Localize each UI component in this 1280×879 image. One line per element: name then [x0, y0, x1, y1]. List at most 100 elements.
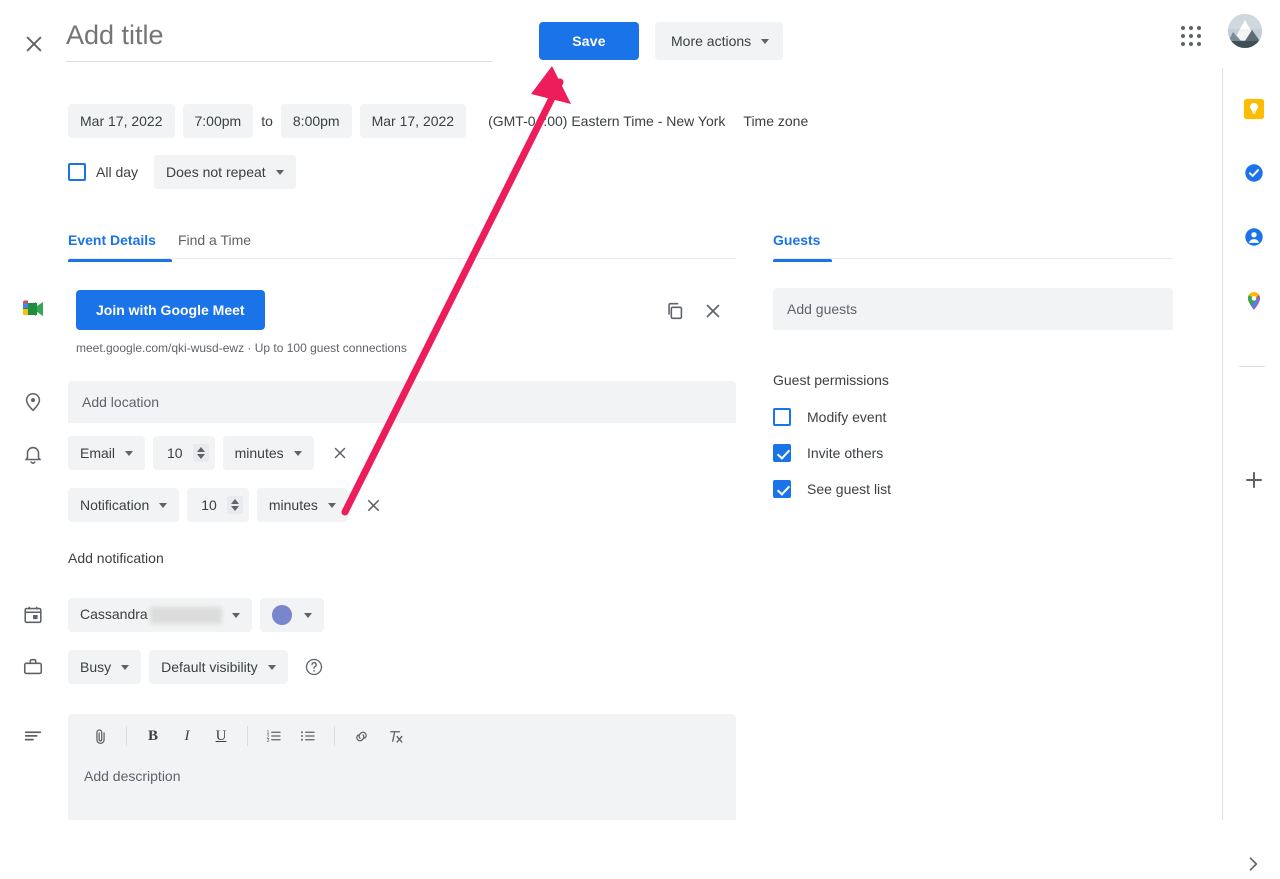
stepper-arrows-icon[interactable] [226, 496, 243, 514]
tab-guests[interactable]: Guests [773, 232, 820, 261]
toolbar-divider [334, 726, 335, 746]
notification-method-label: Notification [80, 497, 150, 513]
chevron-down-icon [303, 612, 312, 618]
modify-event-checkbox[interactable] [773, 408, 791, 426]
invite-others-checkbox[interactable] [773, 444, 791, 462]
calendar-owner-label: Cassandra [80, 606, 222, 624]
copy-icon[interactable] [664, 300, 686, 322]
chevron-down-icon [761, 38, 770, 44]
chevron-down-icon [159, 502, 168, 508]
chevron-down-icon [267, 664, 276, 670]
toolbar-divider [126, 726, 127, 746]
add-guests-placeholder: Add guests [787, 301, 858, 317]
calendar-owner-dropdown[interactable]: Cassandra [68, 598, 252, 632]
color-swatch [271, 605, 292, 625]
description-placeholder: Add description [84, 768, 181, 784]
clear-formatting-icon[interactable] [379, 720, 411, 752]
location-pin-icon [20, 389, 46, 415]
start-date-chip[interactable]: Mar 17, 2022 [68, 104, 175, 138]
notification-row-1: Email 10 minutes [68, 436, 352, 470]
remove-notification-icon[interactable] [328, 441, 352, 465]
apps-grid-icon[interactable] [1177, 22, 1205, 50]
add-app-plus-icon[interactable] [1242, 468, 1266, 492]
end-time-chip[interactable]: 8:00pm [280, 104, 352, 138]
event-color-dropdown[interactable] [259, 598, 324, 632]
attach-icon[interactable] [84, 720, 116, 752]
visibility-dropdown[interactable]: Default visibility [149, 650, 288, 684]
save-button[interactable]: Save [539, 22, 639, 60]
underline-icon[interactable]: U [205, 720, 237, 752]
bold-icon[interactable]: B [137, 720, 169, 752]
event-tabs: Event Details Find a Time [68, 232, 736, 262]
notification-amount-stepper[interactable]: 10 [187, 488, 249, 522]
remove-notification-icon[interactable] [362, 493, 386, 517]
busy-label: Busy [80, 659, 112, 675]
event-title-input[interactable] [66, 18, 492, 62]
svg-text:3: 3 [267, 738, 270, 744]
google-keep-icon[interactable] [1243, 98, 1265, 120]
see-guest-list-checkbox[interactable] [773, 480, 791, 498]
chevron-down-icon [121, 664, 130, 670]
redacted-name [149, 606, 222, 624]
briefcase-icon [20, 654, 46, 680]
avatar[interactable] [1228, 14, 1262, 48]
permission-label: See guest list [807, 481, 892, 497]
notification-row-2: Notification 10 minutes [68, 488, 386, 522]
chevron-down-icon [231, 612, 240, 618]
busy-dropdown[interactable]: Busy [68, 650, 142, 684]
notification-amount-value: 10 [201, 497, 217, 513]
notification-unit-label: minutes [234, 445, 284, 461]
link-icon[interactable] [345, 720, 377, 752]
permission-invite-others[interactable]: Invite others [773, 444, 883, 462]
to-label: to [261, 113, 273, 129]
notification-unit-dropdown[interactable]: minutes [256, 488, 348, 522]
notification-method-dropdown[interactable]: Email [68, 436, 146, 470]
notification-unit-label: minutes [268, 497, 318, 513]
location-input[interactable]: Add location [68, 381, 736, 423]
google-contacts-icon[interactable] [1243, 226, 1265, 248]
end-date-chip[interactable]: Mar 17, 2022 [359, 104, 467, 138]
description-editor[interactable]: B I U 1 2 3 Add description [68, 714, 736, 820]
permission-modify-event[interactable]: Modify event [773, 408, 886, 426]
chevron-down-icon [275, 169, 284, 175]
google-apps-side-rail [1222, 68, 1280, 871]
bulleted-list-icon[interactable] [292, 720, 324, 752]
description-lines-icon [20, 722, 46, 748]
google-tasks-icon[interactable] [1243, 162, 1265, 184]
location-placeholder: Add location [82, 394, 160, 410]
tab-find-a-time[interactable]: Find a Time [178, 232, 251, 261]
description-toolbar: B I U 1 2 3 [68, 714, 736, 758]
italic-icon[interactable]: I [171, 720, 203, 752]
notification-method-label: Email [80, 445, 116, 461]
repeat-dropdown[interactable]: Does not repeat [154, 155, 296, 189]
close-icon[interactable] [20, 30, 48, 58]
remove-conference-close-icon[interactable] [702, 300, 724, 322]
join-with-google-meet-button[interactable]: Join with Google Meet [76, 290, 265, 330]
start-time-chip[interactable]: 7:00pm [182, 104, 254, 138]
notification-amount-stepper[interactable]: 10 [153, 436, 215, 470]
all-day-checkbox[interactable] [68, 163, 86, 181]
numbered-list-icon[interactable]: 1 2 3 [258, 720, 290, 752]
calendar-owner-row: Cassandra [68, 598, 324, 632]
help-circle-icon[interactable] [302, 655, 326, 679]
add-notification-button[interactable]: Add notification [68, 550, 164, 566]
more-actions-button[interactable]: More actions [655, 22, 784, 60]
chevron-right-icon[interactable] [1243, 854, 1265, 876]
notification-unit-dropdown[interactable]: minutes [222, 436, 314, 470]
all-day-label: All day [96, 164, 139, 180]
permission-label: Invite others [807, 445, 884, 461]
bell-icon [20, 441, 46, 467]
permission-see-guest-list[interactable]: See guest list [773, 480, 891, 498]
stepper-arrows-icon[interactable] [192, 444, 209, 462]
guests-tabs: Guests [773, 232, 1173, 262]
notification-method-dropdown[interactable]: Notification [68, 488, 180, 522]
meet-link-details: meet.google.com/qki-wusd-ewz · Up to 100… [76, 341, 407, 355]
all-day-row: All day Does not repeat [68, 155, 296, 189]
schedule-row: Mar 17, 2022 7:00pm to 8:00pm Mar 17, 20… [68, 104, 808, 138]
guest-permissions-title: Guest permissions [773, 372, 889, 388]
tab-event-details[interactable]: Event Details [68, 232, 156, 261]
timezone-button[interactable]: Time zone [743, 113, 808, 129]
google-maps-icon[interactable] [1243, 290, 1265, 312]
add-guests-input[interactable]: Add guests [773, 288, 1173, 330]
visibility-label: Default visibility [161, 659, 258, 675]
